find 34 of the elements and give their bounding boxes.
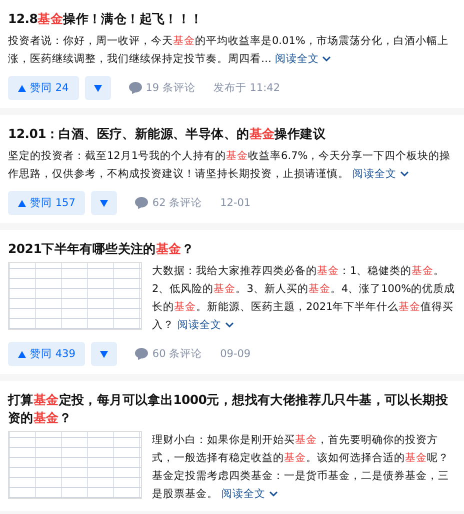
downvote-button[interactable] (91, 191, 118, 215)
down-triangle-icon (94, 84, 102, 92)
question-title[interactable]: 打算基金定投，每月可以拿出1000元，想找有大佬推荐几只牛基，可以长期投资的基金？ (8, 391, 456, 427)
read-more-link[interactable]: 阅读全文 (177, 319, 234, 331)
up-triangle-icon (18, 84, 26, 92)
chevron-down-icon (322, 56, 332, 62)
downvote-button[interactable] (84, 76, 111, 100)
upvote-button[interactable]: 赞同 439 (8, 342, 86, 366)
chevron-down-icon (268, 491, 278, 497)
question-title[interactable]: 12.8基金操作！满仓！起飞！！！ (8, 10, 456, 28)
chevron-down-icon (224, 322, 234, 328)
answer-excerpt: 坚定的投资者：截至12月1号我的个人持有的基金收益率6.7%，今天分享一下四个板块的操作思路，仅供参考，不构成投资建议！请坚持长期投资，止损请谨慎。 阅读全文 (8, 149, 452, 182)
post-time: 12-01 (220, 197, 251, 209)
up-triangle-icon (18, 200, 26, 206)
post-time: 发布于 11:42 (213, 81, 280, 95)
chevron-down-icon (400, 171, 409, 177)
comment-icon (128, 82, 142, 94)
answer-excerpt: 投资者说：你好，周一收评，今天基金的平均收益率是0.01%，市场震荡分化，白酒小幅上涨，医药继续调整，我们继续保持定投节奏。周四看… 阅读全文 (8, 34, 450, 67)
down-triangle-icon (100, 200, 108, 206)
read-more-link[interactable]: 阅读全文 (221, 488, 278, 500)
answer-excerpt: 理财小白：如果你是刚开始买基金，首先要明确你的投资方式，一般选择有稳定收益的基金。该如何选择合适的基金呢？基金定投需考虑四类基金：一是货币基金，二是债券基金，三是股票基金。 阅读全文 (152, 433, 450, 502)
read-more-link[interactable]: 阅读全文 (352, 168, 409, 180)
question-title[interactable]: 12.01：白酒、医疗、新能源、半导体、的基金操作建议 (8, 125, 456, 143)
question-title[interactable]: 2021下半年有哪些关注的基金？ (8, 240, 456, 258)
comment-icon (135, 197, 148, 209)
answer-excerpt: 大数据：我给大家推荐四类必备的基金：1、稳健类的基金。2、低风险的基金。3、新人买的基金。4、涨了100%的优质成长的基金。新能源、医药主题，2021年下半年什么基金值得买入？ 阅读全文 (152, 264, 456, 333)
read-more-link[interactable]: 阅读全文 (274, 53, 332, 65)
up-triangle-icon (18, 350, 26, 358)
downvote-button[interactable] (91, 342, 118, 366)
upvote-button[interactable]: 赞同 157 (8, 191, 86, 215)
down-triangle-icon (100, 350, 108, 358)
upvote-button[interactable]: 赞同 24 (8, 76, 79, 100)
comment-icon (135, 348, 148, 360)
post-time: 09-09 (220, 348, 251, 360)
